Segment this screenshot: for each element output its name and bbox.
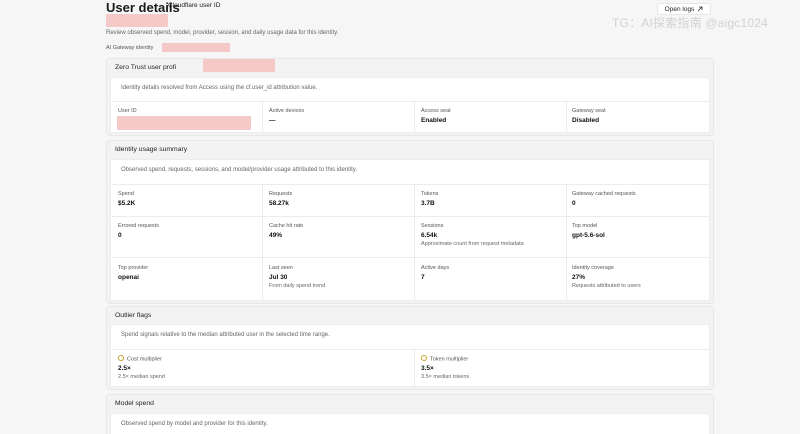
model-spend-body: Observed spend by model and provider for… <box>110 413 710 434</box>
metric-label: Identity coverage <box>572 265 614 271</box>
field-access-seat: Access seat Enabled <box>421 108 451 124</box>
metric-value: openai <box>118 274 139 281</box>
field-value: Enabled <box>421 117 447 124</box>
metric-value: 3.7B <box>421 200 435 207</box>
zero-trust-body: Identity details resolved from Access us… <box>110 77 710 133</box>
metric-note: Requests attributed to users <box>572 283 641 289</box>
zero-trust-description: Identity details resolved from Access us… <box>121 85 318 91</box>
outlier-flags-panel: Outlier flags Spend signals relative to … <box>106 306 714 390</box>
model-spend-title: Model spend <box>115 400 154 407</box>
flag-label: Token multiplier <box>430 356 469 363</box>
ai-gateway-identity-label: AI Gateway identity <box>106 45 154 51</box>
field-active-devices: Active devices — <box>269 108 304 124</box>
usage-summary-body: Observed spend, requests, sessions, and … <box>110 159 710 301</box>
page-subtitle: Review observed spend, model, provider, … <box>106 30 339 36</box>
watermark: TG：AI探索指南 @aigc1024 <box>612 16 769 30</box>
metric-value: 7 <box>421 274 425 281</box>
usage-summary-description: Observed spend, requests, sessions, and … <box>121 167 358 173</box>
redacted-profile-name <box>203 59 275 72</box>
metric-value: $5.2K <box>118 200 136 207</box>
flag-value: 2.5× <box>118 365 131 373</box>
metric-label: Last seen <box>269 265 293 271</box>
metric-spend: Spend $5.2K <box>118 191 135 207</box>
field-user-id: User ID <box>118 108 137 114</box>
metric-label: Tokens <box>421 191 439 197</box>
flag-token-multiplier: Token multiplier 3.5× 3.5× median tokens <box>421 355 470 381</box>
outlier-flags-title: Outlier flags <box>115 312 152 319</box>
metric-label: Top provider <box>118 265 149 271</box>
metric-note: From daily spend trend <box>269 283 326 289</box>
metric-label: Gateway cached requests <box>572 191 636 197</box>
metric-label: Requests <box>269 191 293 197</box>
metric-label: Spend <box>118 191 134 197</box>
flag-note: 3.5× median tokens <box>421 374 470 381</box>
metric-label: Errored requests <box>118 223 159 229</box>
field-gateway-seat: Gateway seat Disabled <box>572 108 606 124</box>
zero-trust-title: Zero Trust user profi <box>115 64 177 71</box>
flag-value: 3.5× <box>421 365 434 373</box>
metric-errored-requests: Errored requests 0 <box>118 223 159 239</box>
flag-label: Cost multiplier <box>127 356 162 363</box>
outlier-flags-description: Spend signals relative to the median att… <box>121 332 330 338</box>
metric-last-seen: Last seen Jul 30 From daily spend trend <box>269 265 325 289</box>
external-arrow-icon <box>698 6 703 12</box>
metric-gateway-cached-requests: Gateway cached requests 0 <box>572 191 636 207</box>
field-label: User ID <box>118 108 137 114</box>
metric-active-days: Active days 7 <box>421 265 449 281</box>
metric-value: 6.54k <box>421 232 438 239</box>
metric-label: Top model <box>572 223 598 229</box>
zero-trust-panel: Zero Trust user profi Identity details r… <box>106 58 714 136</box>
warning-circle-icon <box>118 355 124 361</box>
field-value: — <box>269 117 276 124</box>
metric-tokens: Tokens 3.7B <box>421 191 438 207</box>
metric-cache-hit-rate: Cache hit rate 49% <box>269 223 303 239</box>
metric-sessions: Sessions 6.54k Approximate count from re… <box>421 223 524 247</box>
field-label: Access seat <box>421 108 451 114</box>
model-spend-panel: Model spend Observed spend by model and … <box>106 394 714 434</box>
metric-label: Active days <box>421 265 450 271</box>
metric-value: 49% <box>269 232 283 239</box>
metric-note: Approximate count from request metadata <box>421 241 524 247</box>
model-spend-description: Observed spend by model and provider for… <box>121 421 268 427</box>
metric-label: Cache hit rate <box>269 223 304 229</box>
redacted-user-id <box>106 14 168 27</box>
metric-top-model: Top model gpt-5.6-sol <box>572 223 605 239</box>
usage-summary-panel: Identity usage summary Observed spend, r… <box>106 140 714 304</box>
metric-value: 58.27k <box>269 200 289 207</box>
field-value: Disabled <box>572 117 600 124</box>
metric-value: 0 <box>118 232 122 239</box>
flag-note: 2.5× median spend <box>118 374 165 381</box>
warning-circle-icon <box>421 355 427 361</box>
metric-value: 27% <box>572 274 586 281</box>
metric-value: gpt-5.6-sol <box>572 232 605 239</box>
metric-value: Jul 30 <box>269 274 288 281</box>
metric-label: Sessions <box>421 223 444 229</box>
metric-top-provider: Top provider openai <box>118 265 148 281</box>
metric-identity-coverage: Identity coverage 27% Requests attribute… <box>572 265 641 289</box>
open-logs-label: Open logs <box>664 5 695 13</box>
redacted-user-id-value <box>117 116 251 130</box>
metric-requests: Requests 58.27k <box>269 191 292 207</box>
metric-value: 0 <box>572 200 576 207</box>
usage-summary-title: Identity usage summary <box>115 146 188 153</box>
field-label: Gateway seat <box>572 108 606 114</box>
redacted-gateway-identity <box>162 43 230 52</box>
flag-cost-multiplier: Cost multiplier 2.5× 2.5× median spend <box>118 355 165 381</box>
field-label: Active devices <box>269 108 305 114</box>
outlier-flags-body: Spend signals relative to the median att… <box>110 324 710 387</box>
cloudflare-user-id-label: Cloudflare user ID <box>168 2 221 9</box>
